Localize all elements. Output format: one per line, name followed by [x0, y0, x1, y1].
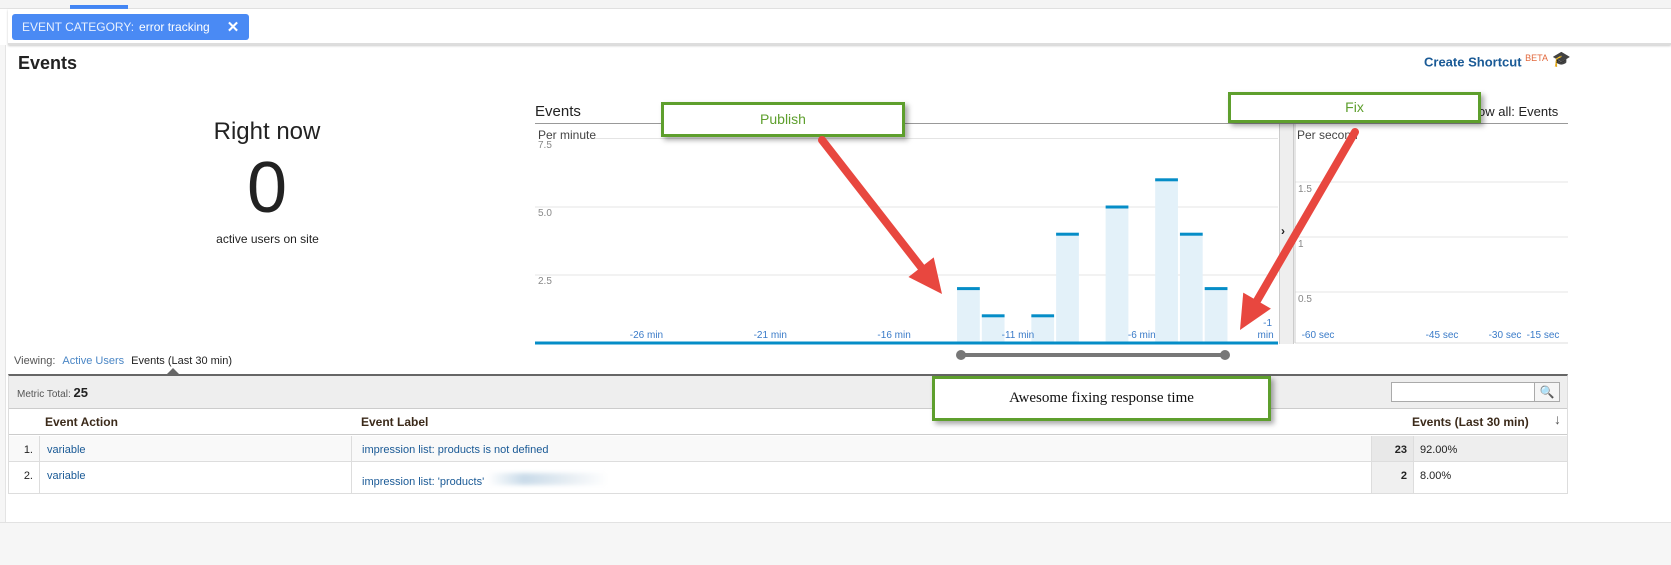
- x-tick-label: -1: [1263, 318, 1272, 329]
- bar-top: [1204, 287, 1228, 291]
- annotation-fix: Fix: [1228, 92, 1481, 123]
- row-number: 2.: [9, 462, 40, 493]
- bar: [1204, 288, 1228, 343]
- x-tick-label: -6 min: [1128, 330, 1156, 341]
- y-tick-label: 0.5: [1298, 294, 1312, 305]
- x-tick-label: min: [1258, 330, 1274, 341]
- col-events[interactable]: Events (Last 30 min): [1412, 409, 1529, 434]
- bar-top: [1105, 205, 1129, 209]
- x-tick-label: -30 sec: [1489, 330, 1522, 341]
- blurred-text: [488, 473, 609, 485]
- row-number: 1.: [9, 436, 40, 461]
- bar-top: [1179, 232, 1203, 236]
- bar: [957, 288, 980, 343]
- table-row: 1. variable impression list: products is…: [9, 436, 1567, 462]
- x-tick-label: -45 sec: [1426, 330, 1459, 341]
- search-icon[interactable]: 🔍: [1534, 382, 1560, 402]
- x-tick-label: -21 min: [754, 330, 787, 341]
- bar: [1031, 315, 1055, 343]
- bar: [1056, 234, 1079, 343]
- event-percent: 92.00%: [1413, 436, 1567, 461]
- sort-arrow-icon[interactable]: ↓: [1554, 409, 1561, 434]
- bar-top: [957, 287, 980, 291]
- y-tick-label: 2.5: [538, 276, 552, 287]
- bar-top: [981, 314, 1005, 318]
- event-label-link[interactable]: impression list: 'products': [351, 462, 609, 493]
- footer-bar: [0, 522, 1671, 565]
- bar: [1105, 207, 1129, 343]
- x-tick-label: -15 sec: [1527, 330, 1560, 341]
- bar: [1155, 179, 1178, 343]
- annotation-publish: Publish: [661, 102, 905, 137]
- y-tick-label: 1.5: [1298, 184, 1312, 195]
- event-action-link[interactable]: variable: [47, 462, 86, 493]
- bar-top: [1056, 232, 1079, 236]
- viewing-label: Viewing:: [14, 355, 56, 367]
- viewing-tabs: Viewing: Active Users Events (Last 30 mi…: [14, 355, 232, 367]
- annotation-response-time: Awesome fixing response time: [932, 376, 1271, 421]
- events-table: Metric Total: 25 🔍 Event Action Event La…: [8, 374, 1568, 494]
- bar: [1179, 234, 1203, 343]
- col-event-action[interactable]: Event Action: [45, 409, 118, 434]
- metric-total-label: Metric Total:: [17, 389, 71, 400]
- event-percent: 8.00%: [1413, 462, 1567, 493]
- table-search-input[interactable]: [1391, 382, 1535, 402]
- event-count: 23: [1371, 436, 1413, 461]
- y-tick-label: 1: [1298, 239, 1304, 250]
- x-tick-label: -60 sec: [1302, 330, 1335, 341]
- bar-top: [1155, 178, 1178, 182]
- event-label-link[interactable]: impression list: products is not defined: [351, 436, 548, 461]
- event-action-link[interactable]: variable: [47, 436, 86, 461]
- metric-total-value: 25: [73, 385, 88, 400]
- tab-active-users[interactable]: Active Users: [62, 355, 124, 367]
- x-tick-label: -16 min: [877, 330, 910, 341]
- event-count: 2: [1371, 462, 1413, 493]
- table-header: Event Action Event Label Events (Last 30…: [9, 409, 1567, 435]
- table-row: 2. variable impression list: 'products' …: [9, 462, 1567, 494]
- x-tick-label: -11 min: [1002, 330, 1035, 341]
- event-label-text: impression list: 'products': [362, 476, 485, 488]
- bar-top: [1031, 314, 1055, 318]
- tab-events[interactable]: Events (Last 30 min): [131, 355, 232, 367]
- x-tick-label: -26 min: [630, 330, 663, 341]
- y-tick-label: 5.0: [538, 208, 552, 219]
- col-event-label[interactable]: Event Label: [361, 409, 428, 434]
- metric-total: Metric Total: 25 🔍: [9, 376, 1567, 409]
- y-tick-label: 7.5: [538, 140, 552, 151]
